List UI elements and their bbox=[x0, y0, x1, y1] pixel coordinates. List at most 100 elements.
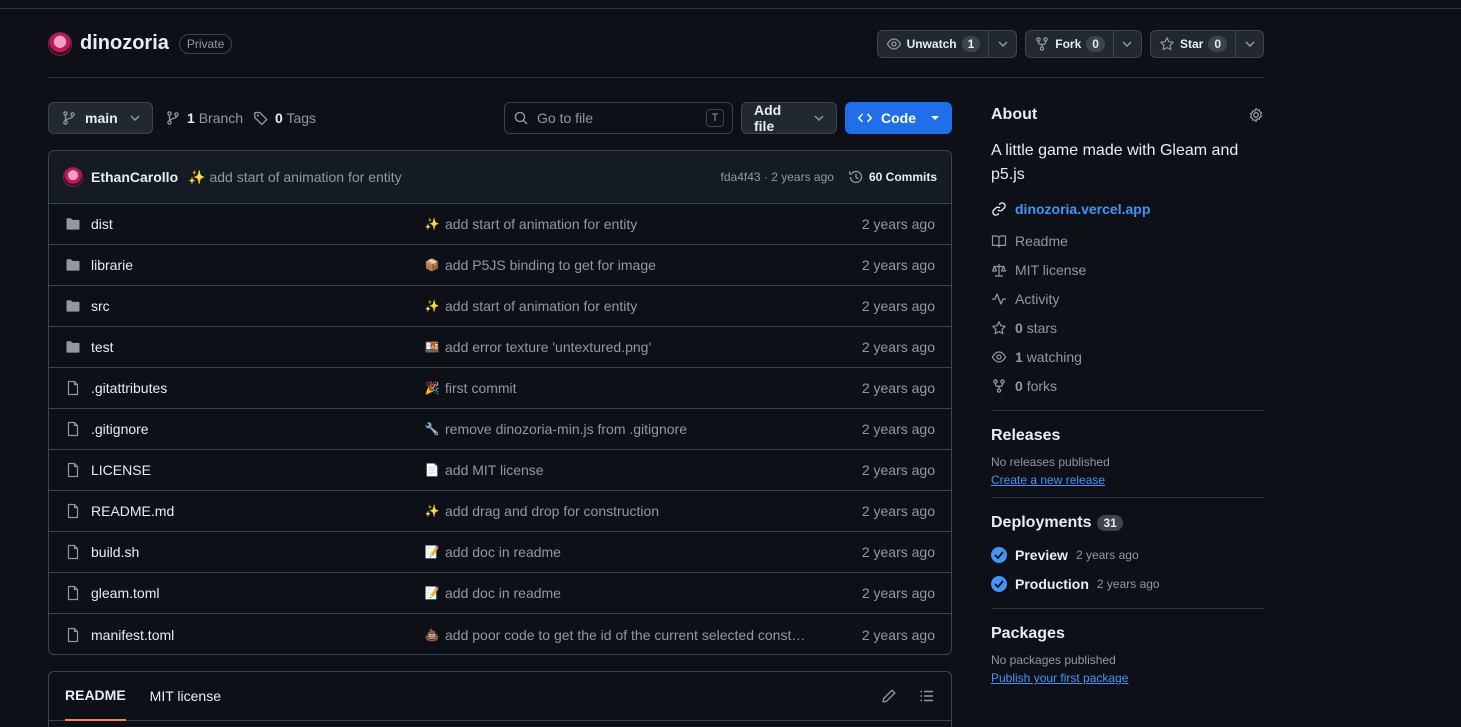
sidebar-divider bbox=[991, 497, 1264, 498]
file-commit-message[interactable]: 🔧 remove dinozoria-min.js from .gitignore bbox=[425, 421, 809, 437]
file-commit-message[interactable]: 💩 add poor code to get the id of the curr… bbox=[425, 627, 809, 643]
file-row[interactable]: src ✨ add start of animation for entity 2 y… bbox=[49, 286, 951, 327]
pencil-icon[interactable] bbox=[881, 688, 897, 704]
file-name[interactable]: README.md bbox=[91, 503, 425, 519]
unwatch-button-group[interactable]: Unwatch 1 bbox=[876, 30, 1018, 58]
commits-history-link[interactable]: 60 Commits bbox=[848, 169, 937, 185]
file-commit-message[interactable]: 📦 add P5JS binding to get for image bbox=[425, 257, 809, 273]
unwatch-button[interactable]: Unwatch 1 bbox=[878, 31, 990, 57]
deployment-item[interactable]: Preview 2 years ago bbox=[991, 540, 1264, 569]
git-branch-icon bbox=[165, 110, 181, 126]
file-commit-text: add poor code to get the id of the curre… bbox=[445, 626, 806, 643]
file-row[interactable]: dist ✨ add start of animation for entity 2 … bbox=[49, 204, 951, 245]
tab-readme[interactable]: README bbox=[65, 672, 126, 721]
file-commit-message[interactable]: ✨ add start of animation for entity bbox=[425, 216, 809, 232]
file-name[interactable]: src bbox=[91, 298, 425, 314]
deployment-item[interactable]: Production 2 years ago bbox=[991, 569, 1264, 598]
tags-link[interactable]: 0 Tags bbox=[253, 102, 316, 134]
packages-heading[interactable]: Packages bbox=[991, 625, 1264, 643]
tab-license[interactable]: MIT license bbox=[150, 672, 221, 721]
about-item[interactable]: MIT license bbox=[991, 255, 1264, 284]
about-description: A little game made with Gleam and p5.js bbox=[991, 142, 1239, 183]
list-icon[interactable] bbox=[919, 688, 935, 704]
file-commit-message[interactable]: 🎉 first commit bbox=[425, 380, 809, 396]
file-row[interactable]: build.sh 📝 add doc in readme 2 years ago bbox=[49, 532, 951, 573]
star-button-group[interactable]: Star 0 bbox=[1149, 30, 1264, 58]
about-item[interactable]: Readme bbox=[991, 226, 1264, 255]
publish-package-link[interactable]: Publish your first package bbox=[991, 671, 1264, 685]
search-icon bbox=[513, 110, 529, 126]
file-row[interactable]: .gitignore 🔧 remove dinozoria-min.js from … bbox=[49, 409, 951, 450]
file-commit-text: add doc in readme bbox=[445, 585, 561, 601]
header-divider bbox=[48, 77, 1264, 78]
code-button[interactable]: Code bbox=[845, 102, 952, 134]
branch-selector[interactable]: main bbox=[48, 102, 153, 134]
file-commit-time: 2 years ago bbox=[861, 380, 935, 396]
releases-heading[interactable]: Releases bbox=[991, 427, 1264, 445]
file-row[interactable]: librarie 📦 add P5JS binding to get for ima… bbox=[49, 245, 951, 286]
about-item-label: forks bbox=[1026, 377, 1058, 394]
latest-commit-bar: EthanCarollo ✨ add start of animation fo… bbox=[49, 151, 951, 204]
file-name[interactable]: dist bbox=[91, 216, 425, 232]
website-link[interactable]: dinozoria.vercel.app bbox=[991, 201, 1264, 217]
create-release-link[interactable]: Create a new release bbox=[991, 473, 1264, 487]
star-icon bbox=[1159, 36, 1175, 52]
deployments-heading[interactable]: Deployments bbox=[991, 514, 1091, 532]
file-name[interactable]: LICENSE bbox=[91, 462, 425, 478]
about-item-label: Activity bbox=[1015, 290, 1060, 307]
file-commit-message[interactable]: 📝 add doc in readme bbox=[425, 585, 809, 601]
file-row[interactable]: LICENSE 📄 add MIT license 2 years ago bbox=[49, 450, 951, 491]
fork-counter: 0 bbox=[1086, 36, 1105, 52]
commit-sha-time[interactable]: fda4f43 · 2 years ago bbox=[721, 170, 834, 184]
about-item[interactable]: 1 watching bbox=[991, 342, 1264, 371]
file-name[interactable]: build.sh bbox=[91, 544, 425, 560]
file-commit-text: add start of animation for entity bbox=[445, 298, 638, 314]
file-commit-message[interactable]: ✨ add start of animation for entity bbox=[425, 298, 809, 314]
file-row[interactable]: manifest.toml 💩 add poor code to get the i… bbox=[49, 614, 951, 654]
file-name[interactable]: manifest.toml bbox=[91, 627, 425, 643]
about-item[interactable]: Activity bbox=[991, 284, 1264, 313]
owner-avatar[interactable] bbox=[48, 31, 72, 56]
add-file-button[interactable]: Add file bbox=[741, 102, 837, 134]
go-to-file-input[interactable]: Go to file T bbox=[504, 102, 733, 134]
star-dropdown[interactable] bbox=[1236, 31, 1263, 57]
file-icon bbox=[65, 462, 81, 478]
file-commit-text: first commit bbox=[445, 380, 517, 396]
file-commit-message[interactable]: 📄 add MIT license bbox=[425, 462, 809, 478]
commit-author[interactable]: EthanCarollo bbox=[91, 169, 178, 185]
fork-button[interactable]: Fork 0 bbox=[1026, 31, 1114, 57]
commit-emoji: ✨ bbox=[425, 504, 440, 518]
fork-button-group[interactable]: Fork 0 bbox=[1025, 30, 1142, 58]
file-commit-message[interactable]: 📝 add doc in readme bbox=[425, 544, 809, 560]
gear-icon[interactable] bbox=[1248, 107, 1264, 123]
file-commit-message[interactable]: 🍱 add error texture 'untextured.png' bbox=[425, 339, 809, 355]
commit-message[interactable]: ✨ add start of animation for entity bbox=[188, 169, 402, 186]
file-name[interactable]: .gitattributes bbox=[91, 380, 425, 396]
commit-emoji: ✨ bbox=[425, 217, 440, 231]
file-commit-text: add P5JS binding to get for image bbox=[445, 257, 656, 273]
file-row[interactable]: test 🍱 add error texture 'untextured.png' 2… bbox=[49, 327, 951, 368]
file-name[interactable]: librarie bbox=[91, 257, 425, 273]
file-commit-text: add drag and drop for construction bbox=[445, 503, 660, 519]
unwatch-dropdown[interactable] bbox=[989, 31, 1016, 57]
file-row[interactable]: README.md ✨ add drag and drop for construc… bbox=[49, 491, 951, 532]
file-row[interactable]: .gitattributes 🎉 first commit 2 years ago bbox=[49, 368, 951, 409]
file-name[interactable]: gleam.toml bbox=[91, 585, 425, 601]
branches-link[interactable]: 1 Branch bbox=[165, 102, 243, 134]
file-name[interactable]: test bbox=[91, 339, 425, 355]
author-avatar[interactable] bbox=[63, 167, 83, 187]
file-name[interactable]: .gitignore bbox=[91, 421, 425, 437]
sidebar-divider bbox=[991, 608, 1264, 609]
file-commit-time: 2 years ago bbox=[861, 503, 935, 519]
deployment-name: Production bbox=[1015, 575, 1089, 592]
star-button[interactable]: Star 0 bbox=[1151, 31, 1236, 57]
about-item[interactable]: 0 forks bbox=[991, 371, 1264, 400]
file-commit-message[interactable]: ✨ add drag and drop for construction bbox=[425, 503, 809, 519]
about-item[interactable]: 0 stars bbox=[991, 313, 1264, 342]
chevron-down-icon bbox=[1244, 41, 1255, 47]
fork-dropdown[interactable] bbox=[1114, 31, 1141, 57]
commit-emoji: ✨ bbox=[188, 168, 206, 185]
go-to-file-placeholder: Go to file bbox=[537, 110, 594, 126]
file-row[interactable]: gleam.toml 📝 add doc in readme 2 years ago bbox=[49, 573, 951, 614]
repo-name[interactable]: dinozoria bbox=[80, 32, 169, 55]
